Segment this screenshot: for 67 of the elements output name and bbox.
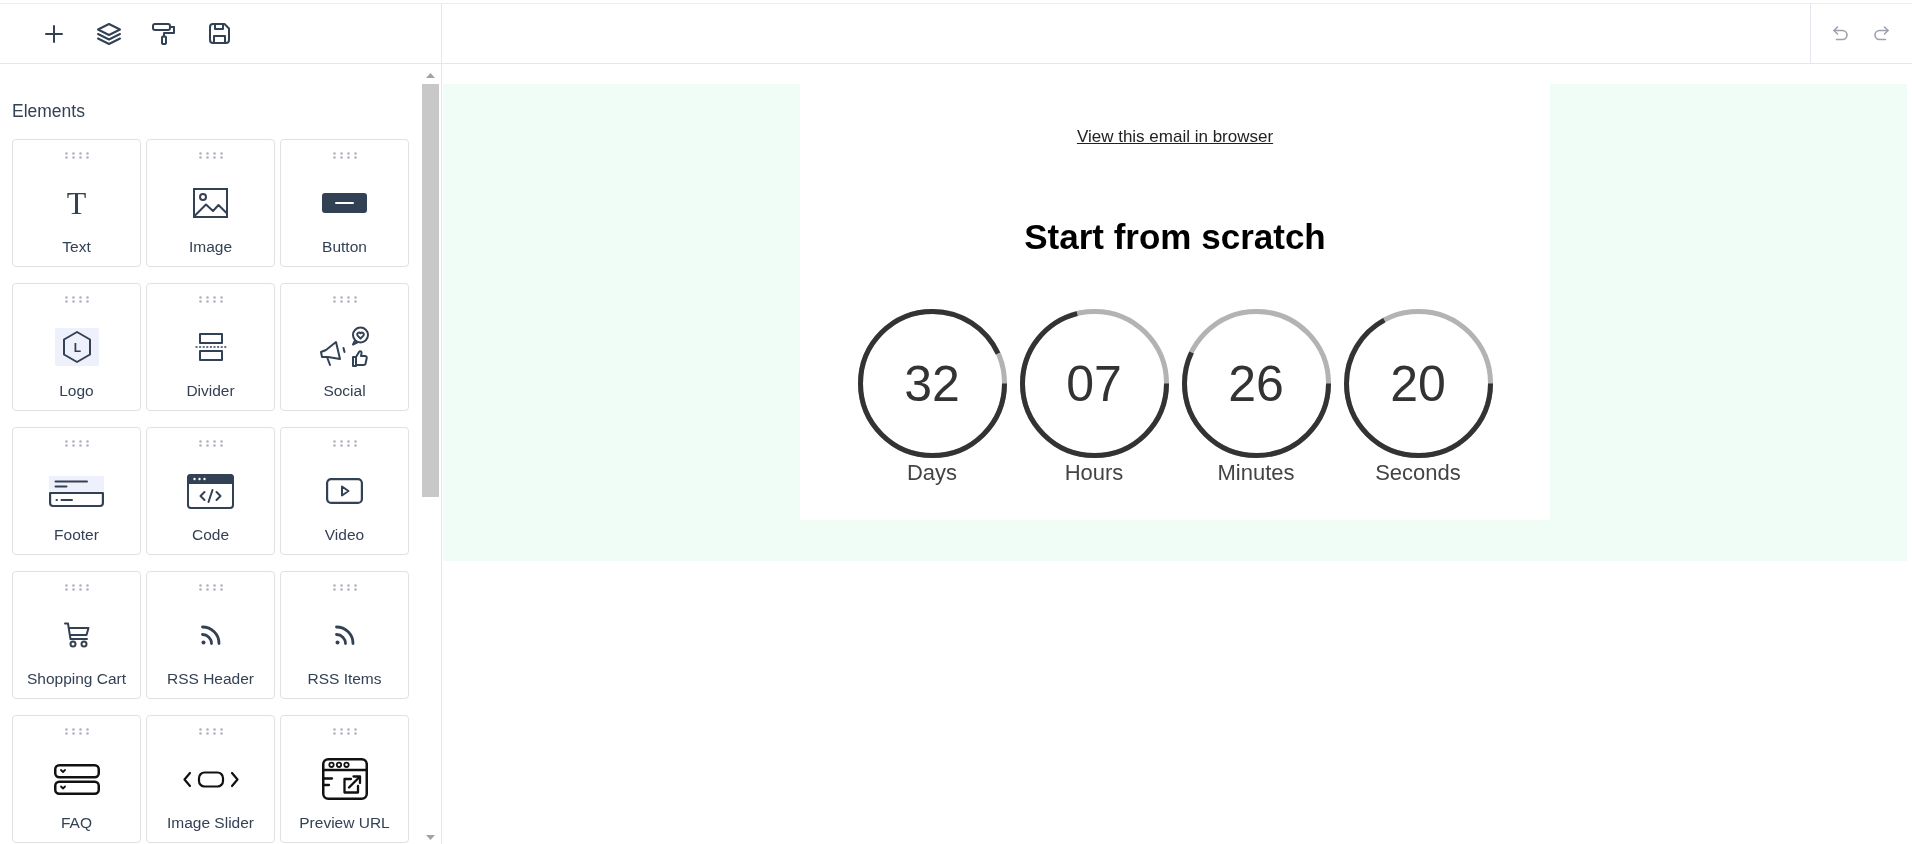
element-card[interactable]: Image (146, 139, 275, 267)
drag-handle-icon (332, 440, 357, 447)
browser-link-icon (321, 758, 368, 800)
element-card[interactable]: Video (280, 427, 409, 555)
drag-handle-icon (198, 440, 223, 447)
countdown-unit-label: Hours (1064, 460, 1124, 486)
scroll-down-arrow-icon (426, 835, 435, 840)
redo-button[interactable] (1872, 24, 1890, 43)
element-card[interactable]: Shopping Cart (12, 571, 141, 699)
layers-icon (97, 22, 121, 45)
paint-roller-icon (152, 22, 176, 45)
carousel-icon (182, 770, 239, 788)
element-card[interactable]: Footer (12, 427, 141, 555)
rss-icon (200, 625, 221, 645)
countdown-number: 32 (904, 355, 960, 412)
drag-handle-icon (198, 584, 223, 591)
email-title: Start from scratch (1024, 217, 1326, 257)
element-card[interactable]: Code (146, 427, 275, 555)
drag-handle-icon (332, 728, 357, 735)
drag-handle-icon (64, 728, 89, 735)
countdown-number: 07 (1066, 355, 1122, 412)
shopping-cart-icon (63, 622, 90, 648)
scroll-up-arrow-icon (426, 73, 435, 78)
element-card[interactable]: RSS Items (280, 571, 409, 699)
footer-layout-icon (49, 475, 104, 507)
element-card[interactable]: Button (280, 139, 409, 267)
undo-button[interactable] (1831, 24, 1849, 43)
element-card[interactable]: L Logo (12, 283, 141, 411)
element-card[interactable]: RSS Header (146, 571, 275, 699)
countdown-number: 26 (1228, 355, 1284, 412)
element-card[interactable]: Divider (146, 283, 275, 411)
element-card[interactable]: Social (280, 283, 409, 411)
countdown-unit-label: Minutes (1217, 460, 1295, 486)
megaphone-icon (319, 326, 370, 368)
button-shape-icon (322, 193, 367, 213)
drag-handle-icon (332, 152, 357, 159)
drag-handle-icon (64, 440, 89, 447)
redo-icon (1873, 26, 1889, 41)
countdown-unit-label: Seconds (1375, 460, 1461, 486)
drag-handle-icon (332, 584, 357, 591)
drag-handle-icon (64, 584, 89, 591)
save-icon (208, 23, 230, 44)
divider-icon (194, 333, 227, 361)
section-heading: Elements (12, 101, 85, 121)
drag-handle-icon (64, 152, 89, 159)
hexagon-logo-icon: L (54, 328, 99, 366)
code-window-icon (187, 473, 234, 509)
element-card[interactable]: T Text (12, 139, 141, 267)
drag-handle-icon (332, 296, 357, 303)
picture-icon (193, 188, 228, 218)
countdown-unit-label: Days (906, 460, 958, 486)
plus-icon (45, 24, 63, 43)
element-card[interactable]: Preview URL (280, 715, 409, 843)
play-button-icon (326, 478, 363, 504)
drag-handle-icon (64, 296, 89, 303)
drag-handle-icon (198, 728, 223, 735)
drag-handle-icon (198, 152, 223, 159)
scrollbar-thumb[interactable] (422, 84, 439, 497)
rss-icon (334, 625, 355, 645)
element-card[interactable]: Image Slider (146, 715, 275, 843)
view-in-browser-link[interactable]: View this email in browser (1076, 127, 1274, 147)
letter-t-icon: T (66, 189, 87, 217)
element-card[interactable]: FAQ (12, 715, 141, 843)
undo-icon (1832, 26, 1848, 41)
countdown-number: 20 (1390, 355, 1446, 412)
accordion-icon (53, 763, 100, 795)
drag-handle-icon (198, 296, 223, 303)
